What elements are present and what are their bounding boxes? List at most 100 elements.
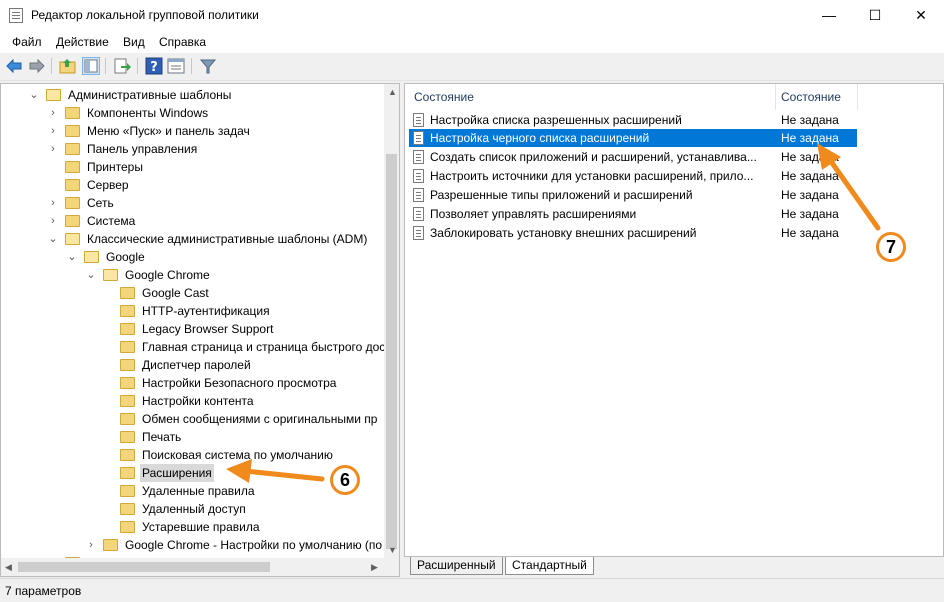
menu-help[interactable]: Справка [159, 35, 206, 49]
policy-setting-icon [413, 150, 424, 164]
setting-row[interactable]: Настройка списка разрешенных расширений Н… [409, 111, 857, 129]
scroll-right-arrow-icon[interactable]: ▶ [371, 562, 378, 573]
back-arrow-icon[interactable] [5, 57, 23, 75]
tree-item-label: Удаленные правила [142, 484, 255, 498]
tree-vertical-scroll-thumb[interactable] [386, 154, 397, 549]
policy-editor-app-icon [9, 8, 23, 23]
setting-name: Разрешенные типы приложений и расширений [430, 188, 693, 202]
folder-icon [46, 89, 61, 101]
setting-row[interactable]: Разрешенные типы приложений и расширений… [409, 186, 857, 204]
folder-icon [120, 377, 135, 389]
export-list-icon[interactable] [113, 57, 131, 75]
tree-pane[interactable]: ⌄ Административные шаблоны › Компоненты Wi… [0, 83, 400, 577]
close-button[interactable]: ✕ [898, 0, 944, 31]
policy-setting-icon [413, 207, 424, 221]
column-header-setting[interactable]: Состояние [414, 90, 474, 104]
folder-icon [120, 395, 135, 407]
toolbar-separator [105, 58, 106, 74]
tree-horizontal-scroll-thumb[interactable] [18, 562, 270, 572]
minimize-button[interactable]: — [806, 0, 852, 31]
properties-icon[interactable] [167, 57, 185, 75]
chevron-down-icon[interactable]: ⌄ [47, 230, 59, 248]
setting-row-selected[interactable]: Настройка черного списка расширений Не за… [409, 129, 857, 147]
folder-icon [120, 341, 135, 353]
chevron-down-icon[interactable]: ⌄ [66, 248, 78, 266]
toolbar-separator [137, 58, 138, 74]
chevron-right-icon[interactable]: › [47, 122, 59, 140]
chevron-right-icon[interactable]: › [47, 140, 59, 158]
setting-name: Настройка черного списка расширений [430, 131, 650, 145]
column-header-state[interactable]: Состояние [781, 90, 841, 104]
setting-name: Позволяет управлять расширениями [430, 207, 637, 221]
menu-bar: Файл Действие Вид Справка [0, 31, 944, 53]
scroll-corner [384, 558, 399, 576]
policy-setting-icon [413, 113, 424, 127]
scroll-up-arrow-icon[interactable]: ▲ [388, 87, 397, 97]
folder-icon [103, 539, 118, 551]
setting-row[interactable]: Заблокировать установку внешних расширен… [409, 224, 857, 242]
toolbar: ? [0, 53, 944, 81]
chevron-right-icon[interactable]: › [85, 536, 97, 554]
scroll-left-arrow-icon[interactable]: ◀ [5, 562, 12, 573]
setting-row[interactable]: Создать список приложений и расширений, … [409, 148, 857, 166]
folder-icon [65, 197, 80, 209]
policy-setting-icon [413, 188, 424, 202]
setting-state: Не задана [781, 188, 839, 202]
settings-list[interactable]: Состояние Состояние Настройка списка раз… [404, 83, 944, 557]
tree-item-label: Принтеры [87, 160, 143, 174]
tab-standard[interactable]: Стандартный [505, 557, 594, 575]
folder-icon [120, 287, 135, 299]
chevron-down-icon[interactable]: ⌄ [28, 86, 40, 104]
tree-item-label: HTTP-аутентификация [142, 304, 270, 318]
show-hide-tree-icon[interactable] [82, 57, 100, 75]
folder-icon [120, 359, 135, 371]
scroll-down-arrow-icon[interactable]: ▼ [388, 545, 397, 555]
policy-setting-icon [413, 226, 424, 240]
maximize-button[interactable]: ☐ [852, 0, 898, 31]
folder-icon [65, 233, 80, 245]
folder-icon [120, 521, 135, 533]
tree-item-label: Меню «Пуск» и панель задач [87, 124, 250, 138]
setting-name: Настроить источники для установки расшир… [430, 169, 754, 183]
folder-icon [120, 413, 135, 425]
tab-extended[interactable]: Расширенный [410, 557, 503, 575]
column-separator [857, 84, 858, 110]
help-icon[interactable]: ? [145, 57, 163, 75]
setting-row[interactable]: Настроить источники для установки расшир… [409, 167, 857, 185]
folder-icon [120, 467, 135, 479]
menu-action[interactable]: Действие [56, 35, 109, 49]
tree-item-label: Поисковая система по умолчанию [142, 448, 333, 462]
tree-item-label: Legacy Browser Support [142, 322, 274, 336]
tree-item-label: Google Chrome [125, 268, 210, 282]
setting-state: Не задана [781, 169, 839, 183]
setting-state: Не задана [781, 150, 839, 164]
setting-state: Не задана [781, 113, 839, 127]
menu-view[interactable]: Вид [123, 35, 145, 49]
tree-item-label: Настройки контента [142, 394, 254, 408]
folder-icon [84, 251, 99, 263]
tree-item-label: Google Chrome - Настройки по умолчанию (… [125, 538, 383, 552]
up-folder-icon[interactable] [59, 57, 77, 75]
tree-item-label: Печать [142, 430, 182, 444]
tree-item-label: Компоненты Windows [87, 106, 209, 120]
forward-arrow-icon[interactable] [28, 57, 46, 75]
chevron-right-icon[interactable]: › [47, 212, 59, 230]
title-bar: Редактор локальной групповой политики — … [0, 0, 944, 31]
folder-icon [65, 215, 80, 227]
column-separator [775, 84, 776, 110]
chevron-right-icon[interactable]: › [47, 104, 59, 122]
tree-item-label: Устаревшие правила [142, 520, 260, 534]
chevron-down-icon[interactable]: ⌄ [85, 266, 97, 284]
tree-item-label: Административные шаблоны [68, 88, 232, 102]
setting-row[interactable]: Позволяет управлять расширениями Не задан… [409, 205, 857, 223]
annotation-callout-6: 6 [330, 465, 360, 495]
filter-icon[interactable] [199, 57, 217, 75]
status-text: 7 параметров [5, 584, 82, 598]
view-tabs: Расширенный Стандартный [404, 557, 944, 577]
menu-file[interactable]: Файл [12, 35, 42, 49]
setting-name: Заблокировать установку внешних расширен… [430, 226, 697, 240]
tree-item-label: Google Cast [142, 286, 209, 300]
folder-icon [120, 485, 135, 497]
chevron-right-icon[interactable]: › [47, 194, 59, 212]
folder-icon [120, 323, 135, 335]
